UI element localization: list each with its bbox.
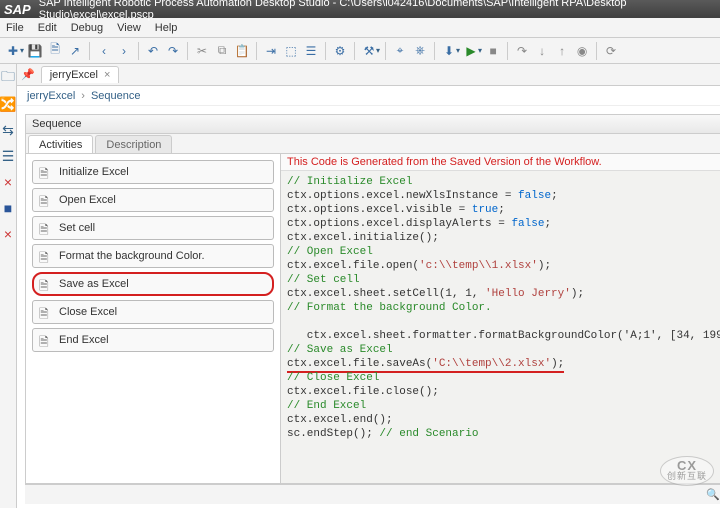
menu-file[interactable]: File [6,22,24,34]
anchor-icon[interactable]: ⎈ [411,42,429,60]
doc-icon: 🗎 [39,277,53,291]
sap-logo: SAP [4,2,31,17]
activity-set-cell[interactable]: 🗎Set cell [32,216,274,240]
activity-end-excel[interactable]: 🗎End Excel [32,328,274,352]
tab-description[interactable]: Description [95,135,172,153]
paste-icon[interactable]: 📋 [233,42,251,60]
activity-save-as-excel[interactable]: 🗎Save as Excel [32,272,274,296]
undo-icon[interactable]: ↶ [144,42,162,60]
breakpoint-icon[interactable]: ◉ [573,42,591,60]
menu-debug[interactable]: Debug [71,22,103,34]
left-sidebar: 🗀 🔀 ⇆ ☰ × ■ × [0,64,17,508]
menubar: File Edit Debug View Help [0,18,720,38]
tab-activities[interactable]: Activities [28,135,93,153]
sidebar-context-icon[interactable]: ⇆ [0,122,16,138]
subtabs: Activities Description [26,134,720,154]
stop-icon[interactable]: ■ [484,42,502,60]
tab-jerryexcel[interactable]: jerryExcel × [41,66,120,83]
activity-list: 🗎Initialize Excel 🗎Open Excel 🗎Set cell … [26,154,281,483]
pin-icon[interactable]: 📌 [21,68,35,81]
sidebar-workflow-icon[interactable]: 🔀 [0,96,16,112]
activity-close-excel[interactable]: 🗎Close Excel [32,300,274,324]
tool3-icon[interactable]: ☰ [302,42,320,60]
tool1-icon[interactable]: ⇥ [262,42,280,60]
settings-icon[interactable]: ⚙ [331,42,349,60]
breadcrumb-root[interactable]: jerryExcel [27,90,75,102]
doc-icon: 🗎 [39,221,53,235]
activity-initialize-excel[interactable]: 🗎Initialize Excel [32,160,274,184]
locate-icon[interactable]: ⌖ [391,42,409,60]
sequence-title: Sequence [26,115,720,134]
stepin-icon[interactable]: ↓ [533,42,551,60]
save-icon[interactable]: 💾 [26,42,44,60]
tab-label: jerryExcel [50,69,98,81]
nav-fwd-icon[interactable]: › [115,42,133,60]
window-title: SAP Intelligent Robotic Process Automati… [39,0,716,21]
chevron-right-icon: › [81,90,85,102]
activity-open-excel[interactable]: 🗎Open Excel [32,188,274,212]
menu-view[interactable]: View [117,22,141,34]
status-bar: 🔍 [25,484,720,504]
search-icon[interactable]: 🔍 [706,488,720,501]
sidebar-project-icon[interactable]: 🗀 [0,70,16,86]
stepover-icon[interactable]: ↷ [513,42,531,60]
doc-icon: 🗎 [39,193,53,207]
code-view: // Initialize Excel ctx.options.excel.ne… [281,171,720,483]
document-tabs: 📌 jerryExcel × [17,64,720,86]
titlebar: SAP SAP Intelligent Robotic Process Auto… [0,0,720,18]
nav-back-icon[interactable]: ‹ [95,42,113,60]
activity-format-bg[interactable]: 🗎Format the background Color. [32,244,274,268]
sidebar-list-icon[interactable]: ☰ [0,148,16,164]
breadcrumb-leaf[interactable]: Sequence [91,90,141,102]
code-panel: This Code is Generated from the Saved Ve… [281,154,720,483]
copy-icon[interactable]: ⧉ [213,42,231,60]
sidebar-stop-icon[interactable]: ■ [0,200,16,216]
doc-icon: 🗎 [39,305,53,319]
doc-icon: 🗎 [39,165,53,179]
toolbar: ✚▾ 💾 🗎 ↗ ‹ › ↶ ↷ ✂ ⧉ 📋 ⇥ ⬚ ☰ ⚙ ⚒▾ ⌖ ⎈ ⬇▾… [0,38,720,64]
redo-icon[interactable]: ↷ [164,42,182,60]
tool2-icon[interactable]: ⬚ [282,42,300,60]
close-icon[interactable]: × [104,69,110,81]
cut-icon[interactable]: ✂ [193,42,211,60]
doc-icon: 🗎 [39,333,53,347]
stepout-icon[interactable]: ↑ [553,42,571,60]
menu-help[interactable]: Help [155,22,178,34]
menu-edit[interactable]: Edit [38,22,57,34]
code-notice: This Code is Generated from the Saved Ve… [281,154,720,171]
watermark: CX 创新互联 [660,456,714,486]
sequence-panel: Sequence Activities Description 🗎Initial… [25,114,720,484]
refresh-icon[interactable]: ⟳ [602,42,620,60]
sidebar-close2-icon[interactable]: × [0,226,16,242]
breadcrumb: jerryExcel › Sequence [17,86,720,106]
save-all-icon[interactable]: 🗎 [46,42,64,60]
doc-icon: 🗎 [39,249,53,263]
export-icon[interactable]: ↗ [66,42,84,60]
sidebar-close-icon[interactable]: × [0,174,16,190]
